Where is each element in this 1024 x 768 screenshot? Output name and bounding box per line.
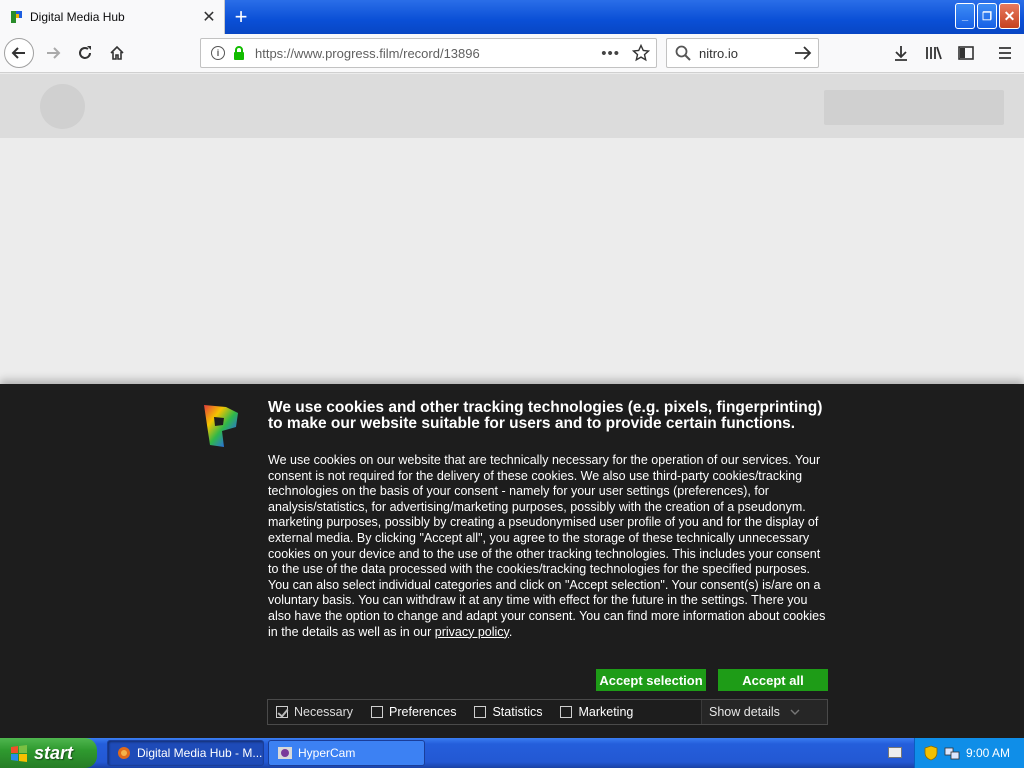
taskbar-item-hypercam[interactable]: HyperCam xyxy=(268,740,425,766)
hypercam-app-icon xyxy=(278,747,292,759)
cookie-body-end: . xyxy=(508,624,513,639)
browser-app-icon xyxy=(118,747,130,759)
header-bar-placeholder xyxy=(824,90,1004,125)
brand-logo-icon xyxy=(204,405,238,447)
windows-flag-icon xyxy=(11,745,27,762)
privacy-policy-link[interactable]: privacy policy xyxy=(435,625,509,639)
security-shield-icon[interactable] xyxy=(924,745,938,761)
home-icon xyxy=(110,45,124,60)
downloads-button[interactable] xyxy=(886,38,916,68)
browser-tab-strip: Digital Media Hub ✕ + _ ❐ ✕ xyxy=(0,0,1024,34)
category-preferences[interactable]: Preferences xyxy=(371,705,456,719)
cookie-consent-banner: We use cookies and other tracking techno… xyxy=(0,384,1024,738)
navigation-toolbar: i https://www.progress.film/record/13896… xyxy=(0,34,1024,73)
clock: 9:00 AM xyxy=(965,746,1010,760)
restore-icon[interactable]: ❐ xyxy=(977,3,997,29)
system-tray: 9:00 AM xyxy=(914,738,1024,768)
network-icon[interactable] xyxy=(944,745,960,761)
show-details-label: Show details xyxy=(709,705,780,719)
tab-title: Digital Media Hub xyxy=(30,10,125,24)
preferences-checkbox[interactable] xyxy=(371,706,384,718)
lock-icon[interactable] xyxy=(233,46,245,60)
search-input[interactable]: nitro.io xyxy=(699,46,794,61)
statistics-label[interactable]: Statistics xyxy=(492,705,542,719)
reload-button[interactable] xyxy=(70,38,100,68)
show-details-button[interactable]: Show details xyxy=(701,700,827,724)
search-bar[interactable]: nitro.io xyxy=(666,38,819,68)
start-label: start xyxy=(34,742,74,763)
page-actions-icon[interactable]: ••• xyxy=(601,45,620,62)
category-necessary: Necessary xyxy=(276,705,353,719)
page-header-placeholder xyxy=(0,74,1024,138)
chevron-down-icon xyxy=(790,709,800,715)
download-icon xyxy=(895,46,907,61)
cookie-title: We use cookies and other tracking techno… xyxy=(268,399,823,432)
marketing-checkbox[interactable] xyxy=(560,706,573,718)
forward-button[interactable] xyxy=(38,38,68,68)
site-info-icon[interactable]: i xyxy=(211,46,225,60)
necessary-checkbox xyxy=(276,706,288,718)
forward-arrow-icon xyxy=(47,47,61,59)
hamburger-menu-icon xyxy=(999,47,1011,59)
os-taskbar: start Digital Media Hub - M... HyperCam … xyxy=(0,738,1024,768)
category-statistics[interactable]: Statistics xyxy=(474,705,542,719)
tab-close-icon[interactable]: ✕ xyxy=(200,8,218,26)
minimize-icon[interactable]: _ xyxy=(955,3,975,29)
taskbar-item-browser[interactable]: Digital Media Hub - M... xyxy=(107,740,264,766)
home-button[interactable] xyxy=(102,38,132,68)
keyboard-icon[interactable] xyxy=(888,747,902,758)
bookmark-star-icon[interactable] xyxy=(632,44,650,62)
start-button[interactable]: start xyxy=(0,738,97,768)
search-go-arrow-icon[interactable] xyxy=(794,45,812,61)
new-tab-icon[interactable]: + xyxy=(229,4,253,29)
accept-all-button[interactable]: Accept all xyxy=(718,669,828,691)
url-bar[interactable]: i https://www.progress.film/record/13896… xyxy=(200,38,657,68)
statistics-checkbox[interactable] xyxy=(474,706,487,718)
accept-selection-button[interactable]: Accept selection xyxy=(596,669,706,691)
cookie-description: We use cookies on our website that are t… xyxy=(268,453,826,640)
sidebar-icon xyxy=(958,46,974,60)
avatar-placeholder xyxy=(40,84,85,129)
library-icon xyxy=(926,46,942,60)
url-host: https://www.progress.film xyxy=(255,45,400,61)
back-arrow-icon xyxy=(11,47,25,59)
close-window-icon[interactable]: ✕ xyxy=(999,3,1020,29)
site-favicon-icon xyxy=(11,11,22,23)
library-button[interactable] xyxy=(919,38,949,68)
window-controls: _ ❐ ✕ xyxy=(955,3,1020,29)
category-marketing[interactable]: Marketing xyxy=(560,705,633,719)
back-button[interactable] xyxy=(4,38,34,68)
cookie-body-text: We use cookies on our website that are t… xyxy=(268,453,826,639)
preferences-label[interactable]: Preferences xyxy=(389,705,456,719)
url-text[interactable]: https://www.progress.film/record/13896 xyxy=(255,46,601,61)
taskbar-item-label: Digital Media Hub - M... xyxy=(137,746,263,760)
necessary-label: Necessary xyxy=(294,705,354,719)
page-body xyxy=(0,138,1024,384)
browser-tab[interactable]: Digital Media Hub ✕ xyxy=(0,0,225,34)
marketing-label[interactable]: Marketing xyxy=(578,705,633,719)
reload-icon xyxy=(79,46,91,59)
sidebar-button[interactable] xyxy=(951,38,981,68)
search-icon xyxy=(675,45,691,61)
cookie-categories: Necessary Preferences Statistics Marketi… xyxy=(267,699,828,725)
taskbar-item-label: HyperCam xyxy=(298,746,356,760)
url-path: /record/13896 xyxy=(399,45,480,61)
menu-button[interactable] xyxy=(990,38,1020,68)
